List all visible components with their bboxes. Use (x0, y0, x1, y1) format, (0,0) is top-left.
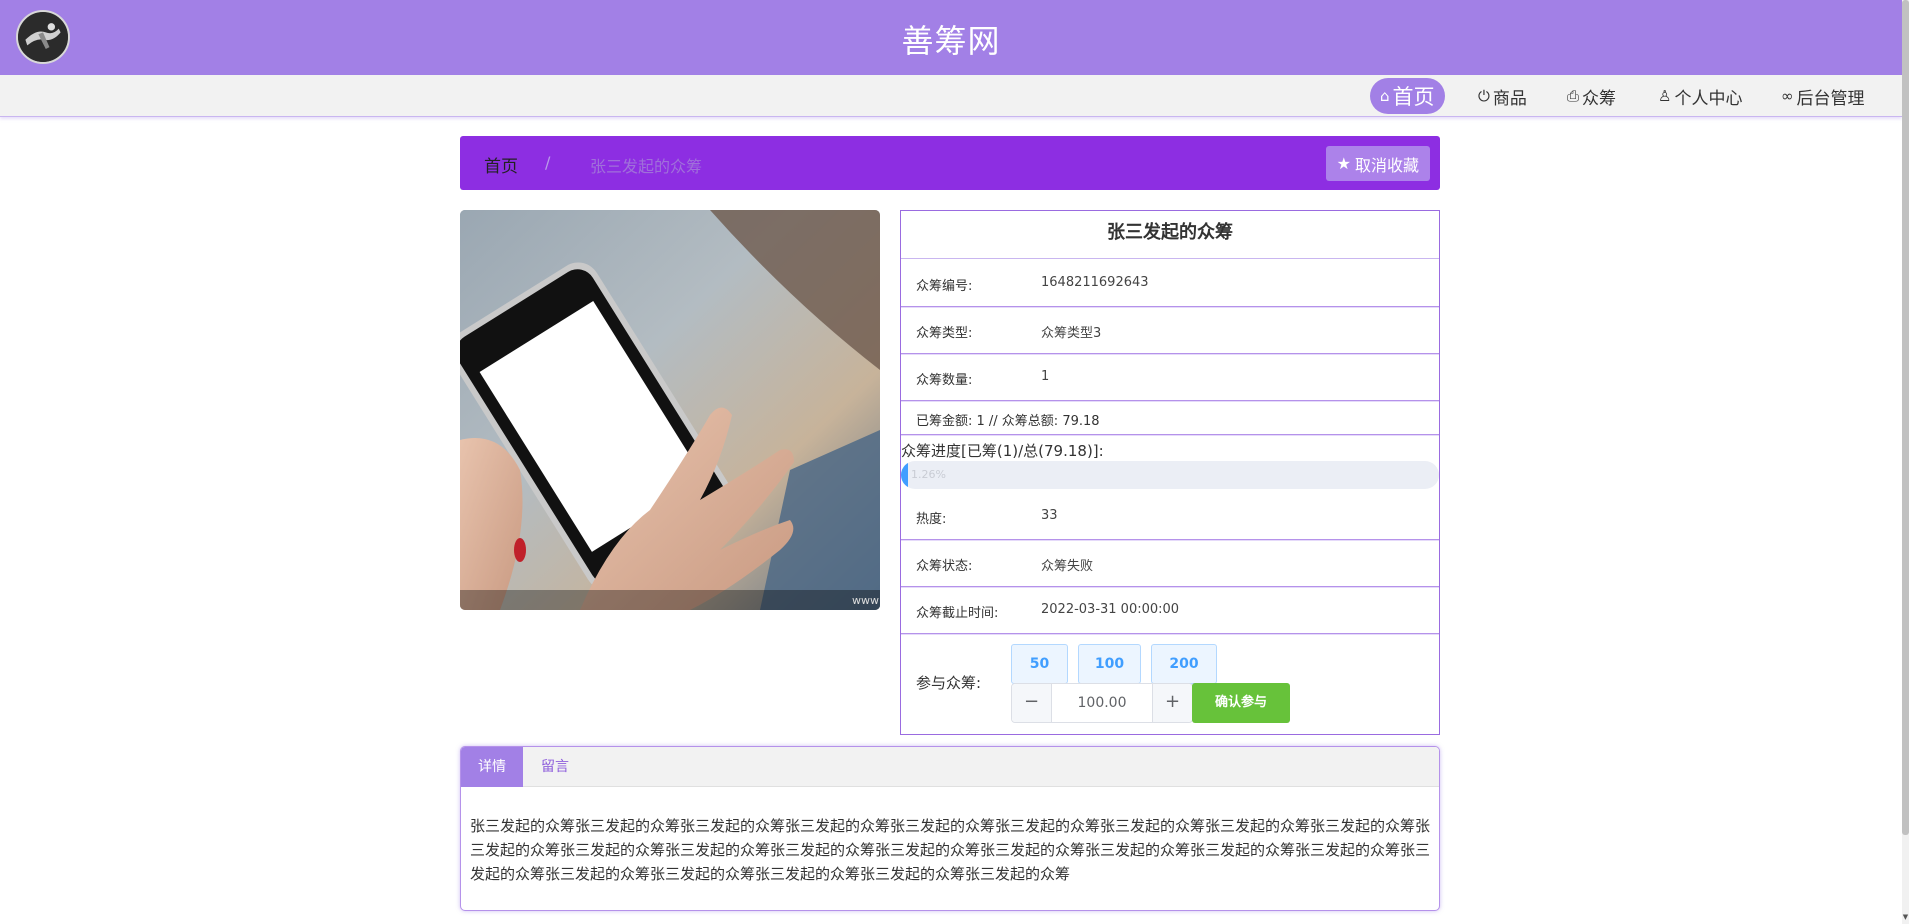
info-row-heat: 热度: 33 (901, 493, 1439, 540)
progress-fill (901, 461, 908, 489)
scroll-down-icon[interactable]: ▼ (1902, 910, 1909, 924)
page-scrollbar[interactable]: ▼ (1902, 0, 1909, 924)
increase-button[interactable]: + (1152, 684, 1192, 722)
info-label: 众筹类型: (916, 326, 973, 341)
breadcrumb-home-link[interactable]: 首页 (484, 152, 518, 177)
progress-bar: 1.26% (901, 461, 1439, 489)
info-row-status: 众筹状态: 众筹失败 (901, 540, 1439, 587)
info-label: 众筹数量: (916, 373, 973, 388)
breadcrumb: 首页 / 张三发起的众筹 ★ 取消收藏 (460, 136, 1440, 190)
info-label: 众筹截止时间: (916, 606, 999, 621)
confirm-join-button[interactable]: 确认参与 (1192, 683, 1290, 723)
nav-item-crowdfunding[interactable]: ⎙ 众筹 (1567, 78, 1616, 114)
info-value: 2022-03-31 00:00:00 (1041, 602, 1180, 617)
info-row-deadline: 众筹截止时间: 2022-03-31 00:00:00 (901, 587, 1439, 634)
printer-icon: ⎙ (1567, 87, 1580, 105)
decrease-button[interactable]: − (1012, 684, 1052, 722)
nav-label: 后台管理 (1796, 88, 1865, 109)
info-row-amount: 已筹金额: 1 // 众筹总额: 79.18 (901, 401, 1439, 435)
preset-amount-100-button[interactable]: 100 (1078, 644, 1141, 684)
info-value: 众筹失败 (1041, 559, 1094, 574)
site-title: 善筹网 (901, 22, 1001, 60)
info-row-quantity: 众筹数量: 1 (901, 354, 1439, 401)
top-header: 善筹网 (0, 0, 1902, 75)
amount-stepper: − + (1011, 683, 1193, 723)
crowdfunding-info-panel: 张三发起的众筹 众筹编号: 1648211692643 众筹类型: 众筹类型3 … (900, 210, 1440, 735)
info-label: 众筹编号: (916, 279, 973, 294)
breadcrumb-current: 张三发起的众筹 (590, 157, 703, 176)
star-icon: ★ (1336, 154, 1351, 173)
info-value: 1 (1041, 369, 1050, 384)
nav-label: 众筹 (1582, 88, 1617, 109)
progress-text: 1.26% (911, 468, 946, 481)
tab-comments[interactable]: 留言 (524, 747, 586, 787)
unfavorite-button[interactable]: ★ 取消收藏 (1325, 146, 1430, 181)
info-label: 众筹状态: (916, 559, 973, 574)
scrollbar-thumb[interactable] (1902, 0, 1909, 835)
info-value: 1648211692643 (1041, 275, 1149, 290)
main-nav: ⌂ 首页 ⏻ 商品 ⎙ 众筹 ♙ 个人中心 ∞ 后台管理 (0, 75, 1902, 117)
nav-label: 个人中心 (1674, 88, 1743, 109)
info-value: 33 (1041, 508, 1058, 523)
detail-tabs: 详情 留言 张三发起的众筹张三发起的众筹张三发起的众筹张三发起的众筹张三发起的众… (460, 746, 1440, 911)
tab-details[interactable]: 详情 (461, 747, 523, 787)
nav-item-admin[interactable]: ∞ 后台管理 (1781, 78, 1865, 114)
nav-item-home[interactable]: ⌂ 首页 (1370, 78, 1445, 114)
link-icon: ∞ (1781, 87, 1794, 105)
join-label: 参与众筹: (916, 674, 982, 692)
preset-amount-50-button[interactable]: 50 (1011, 644, 1068, 684)
nav-item-products[interactable]: ⏻ 商品 (1478, 78, 1527, 114)
amount-input[interactable] (1053, 684, 1151, 722)
unfavorite-label: 取消收藏 (1354, 155, 1419, 175)
info-row-type: 众筹类型: 众筹类型3 (901, 307, 1439, 354)
tab-content-text: 张三发起的众筹张三发起的众筹张三发起的众筹张三发起的众筹张三发起的众筹张三发起的… (470, 817, 1431, 883)
info-label: 热度: (916, 512, 947, 527)
home-icon: ⌂ (1380, 87, 1390, 105)
breadcrumb-separator: / (545, 153, 551, 172)
nav-label: 商品 (1492, 88, 1527, 109)
progress-label: 众筹进度[已筹(1)/总(79.18)]: (901, 442, 1104, 460)
preset-amount-200-button[interactable]: 200 (1151, 644, 1217, 684)
nav-label: 首页 (1392, 85, 1435, 109)
power-icon: ⏻ (1478, 87, 1490, 105)
user-icon: ♙ (1658, 87, 1672, 105)
info-value: 众筹类型3 (1041, 326, 1102, 341)
image-watermark: www (852, 594, 879, 607)
info-row-id: 众筹编号: 1648211692643 (901, 260, 1439, 307)
crowdfunding-title: 张三发起的众筹 (901, 211, 1439, 259)
nav-item-profile[interactable]: ♙ 个人中心 (1658, 78, 1742, 114)
tab-header: 详情 留言 (461, 747, 1439, 787)
product-image: www (460, 210, 880, 610)
amount-line: 已筹金额: 1 // 众筹总额: 79.18 (916, 414, 1100, 429)
